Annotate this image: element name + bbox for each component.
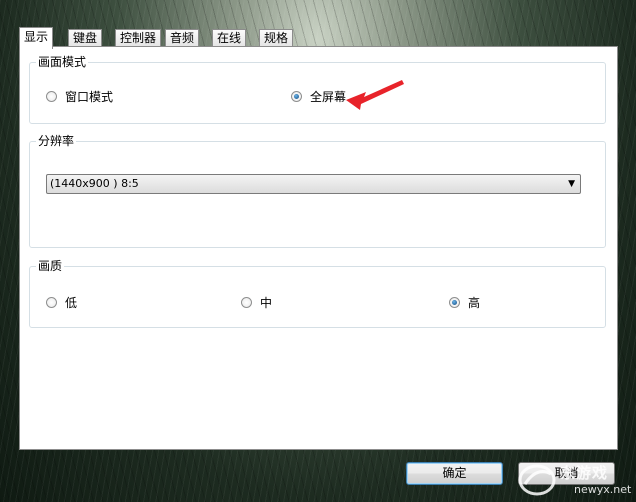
radio-quality-low-button[interactable] [46, 297, 57, 308]
ok-button[interactable]: 确定 [406, 462, 503, 485]
watermark-brand: 东游戏 [560, 464, 609, 482]
radio-fullscreen-button[interactable] [291, 91, 302, 102]
resolution-dropdown[interactable]: (1440x900 ) 8:5 ▼ [46, 174, 581, 194]
radio-fullscreen[interactable]: 全屏幕 [291, 88, 346, 105]
watermark-site: newyx.net [574, 483, 632, 496]
radio-quality-medium-label: 中 [260, 296, 273, 310]
watermark: 东游戏 newyx.net [517, 458, 636, 502]
quality-title: 画质 [36, 259, 65, 273]
tab-specs[interactable]: 规格 [259, 29, 294, 47]
radio-windowed-label: 窗口模式 [65, 90, 114, 104]
radio-quality-high-label: 高 [468, 296, 481, 310]
resolution-value: (1440x900 ) 8:5 [50, 177, 139, 190]
radio-quality-medium-button[interactable] [241, 297, 252, 308]
radio-quality-low-label: 低 [65, 296, 78, 310]
resolution-group: 分辨率 [29, 134, 606, 248]
radio-windowed[interactable]: 窗口模式 [46, 88, 113, 105]
radio-quality-medium[interactable]: 中 [241, 294, 272, 311]
tab-display[interactable]: 显示 [19, 27, 54, 49]
dropdown-arrow-icon[interactable]: ▼ [568, 175, 575, 193]
radio-quality-high[interactable]: 高 [449, 294, 480, 311]
resolution-title: 分辨率 [36, 134, 77, 148]
tab-audio[interactable]: 音频 [165, 29, 200, 47]
radio-quality-high-button[interactable] [449, 297, 460, 308]
radio-quality-low[interactable]: 低 [46, 294, 77, 311]
display-mode-title: 画面模式 [36, 55, 89, 69]
quality-group: 画质 [29, 259, 606, 328]
radio-windowed-button[interactable] [46, 91, 57, 102]
tab-keyboard[interactable]: 键盘 [68, 29, 103, 47]
tab-controller[interactable]: 控制器 [115, 29, 162, 47]
tab-online[interactable]: 在线 [212, 29, 247, 47]
red-arrow-icon [346, 80, 404, 110]
watermark-logo-icon [518, 464, 556, 496]
